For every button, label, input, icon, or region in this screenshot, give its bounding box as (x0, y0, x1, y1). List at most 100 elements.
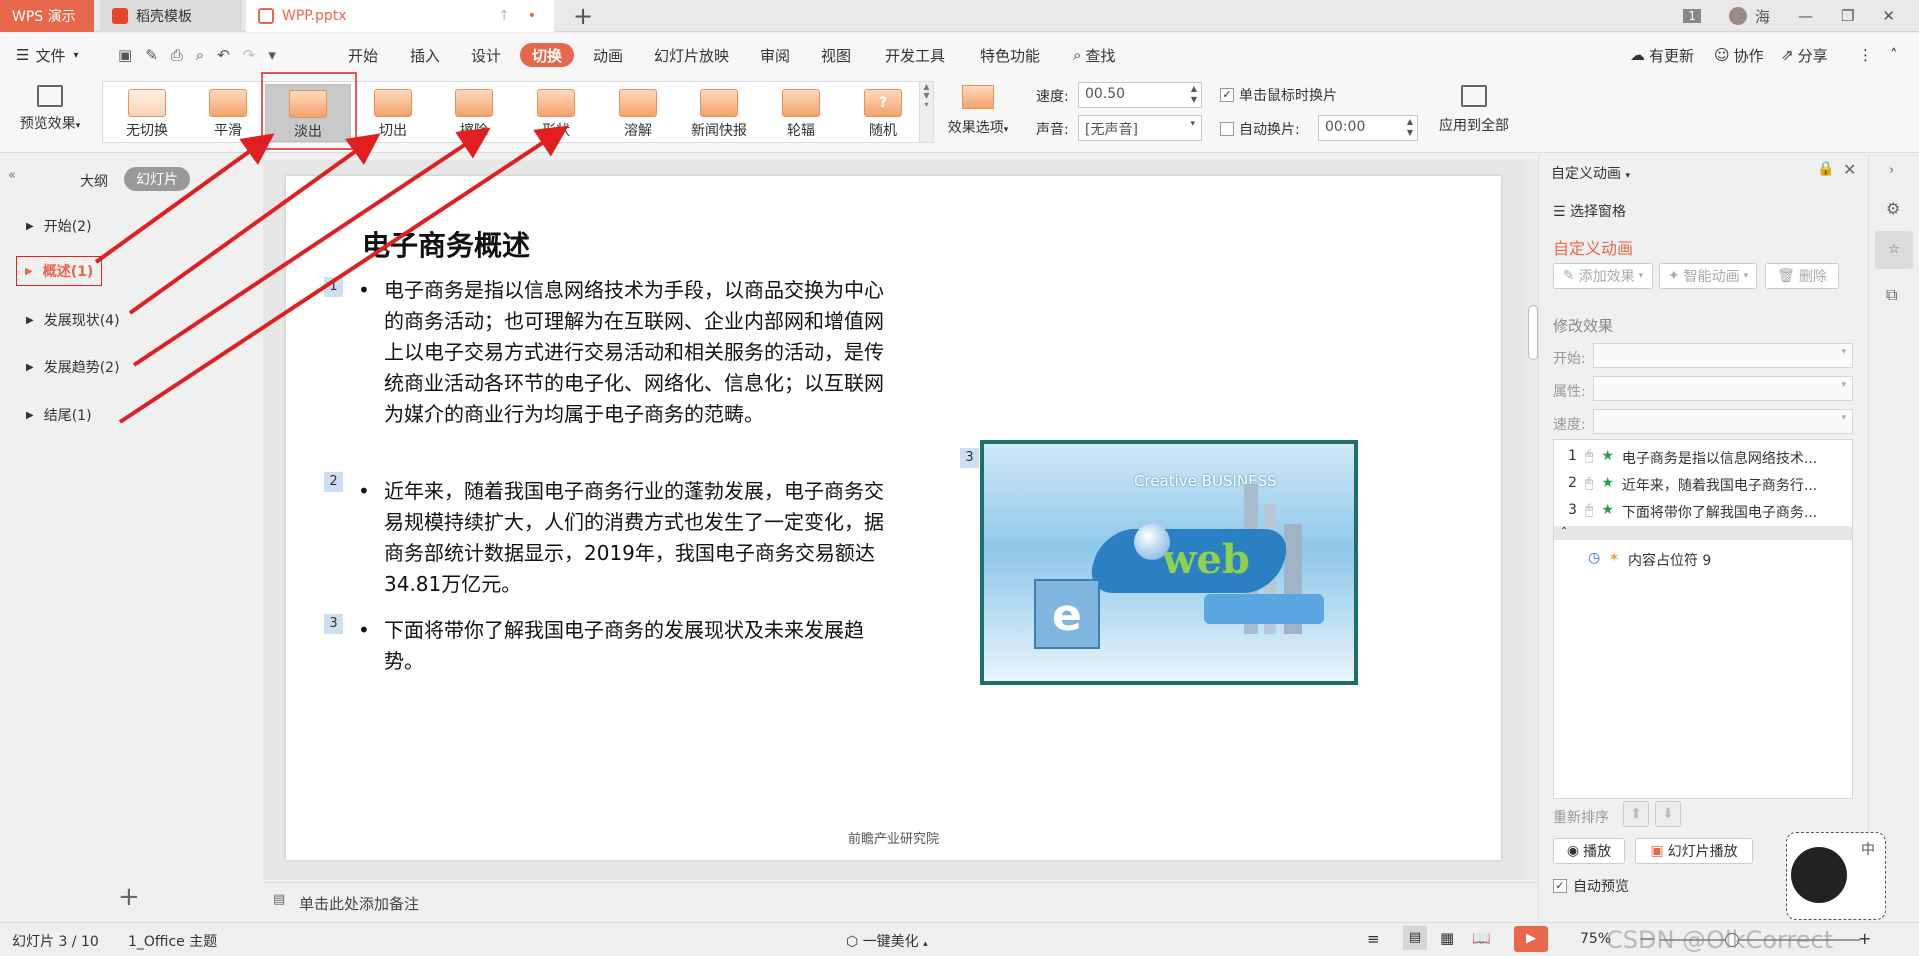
transition-newsflash[interactable]: 新闻快报 (683, 84, 755, 142)
sound-select[interactable]: [无声音] ▾ (1078, 115, 1202, 141)
paragraph-3[interactable]: 3 • 下面将带你了解我国电子商务的发展现状及未来发展趋势。 (324, 614, 891, 681)
animation-row[interactable]: 2 🖱 ★ 近年来，随着我国电子商务行... (1568, 475, 1817, 495)
notes-area[interactable]: ▤ 单击此处添加备注 (263, 882, 1538, 920)
transition-cut[interactable]: 切出 (357, 84, 429, 142)
menu-design[interactable]: 设计 (471, 43, 501, 67)
paragraph-2[interactable]: 2 • 近年来，随着我国电子商务行业的蓬勃发展，电子商务交易规模持续扩大，人们的消… (324, 472, 891, 604)
sidebar-toggle-icon[interactable]: › (1889, 163, 1894, 178)
play-slideshow-icon[interactable]: ▶ (1514, 926, 1548, 952)
start-select[interactable]: ▾ (1593, 343, 1853, 368)
menu-home[interactable]: 开始 (348, 43, 378, 67)
format-painter-icon[interactable]: ✎ (145, 46, 158, 64)
collapse-pane-icon[interactable]: « (8, 168, 16, 183)
ime-mode[interactable]: 中 (1861, 839, 1875, 859)
menu-transition[interactable]: 切换 (520, 43, 575, 67)
add-effect-button[interactable]: ✎ 添加效果 ▾ (1553, 263, 1653, 289)
animation-star-icon[interactable]: ☆ (1875, 231, 1913, 269)
animation-row[interactable]: 1 🖱 ★ 电子商务是指以信息网络技术... (1568, 448, 1817, 468)
transition-smooth[interactable]: 平滑 (192, 84, 264, 142)
undo-icon[interactable]: ↶ (217, 46, 230, 64)
save-icon[interactable]: ▣ (118, 46, 132, 64)
menu-insert[interactable]: 插入 (410, 43, 440, 67)
doc-tab-pptx[interactable]: WPP.pptx ↑ • (246, 0, 554, 32)
outline-item[interactable]: ▶ 发展趋势(2) (26, 357, 120, 377)
menu-animation[interactable]: 动画 (593, 43, 623, 67)
transition-pane-icon[interactable]: ⧉ (1886, 285, 1897, 305)
zoom-in-icon[interactable]: + (1858, 929, 1871, 948)
effect-options-button[interactable]: 效果选项▾ (940, 85, 1016, 137)
pane-title[interactable]: 自定义动画 ▾ (1551, 163, 1630, 183)
spinner-icon[interactable]: ▲ ▼ (1191, 83, 1197, 105)
selection-pane-link[interactable]: ☰ 选择窗格 (1553, 201, 1626, 221)
outline-item[interactable]: ▶ 发展现状(4) (26, 310, 120, 330)
file-menu[interactable]: ☰ 文件 ▾ (16, 43, 79, 67)
scroll-thumb[interactable] (1528, 305, 1538, 360)
normal-view-icon[interactable]: ▤ (1403, 926, 1427, 950)
settings-sliders-icon[interactable]: ⚙ (1886, 199, 1900, 218)
doc-tab-template[interactable]: 稻壳模板 (100, 0, 242, 32)
slide[interactable]: 电子商务概述 1 • 电子商务是指以信息网络技术为手段，以商品交换为中心的商务活动… (286, 176, 1501, 860)
speed-select[interactable]: ▾ (1593, 409, 1853, 434)
customize-icon[interactable]: ▾ (268, 46, 276, 64)
collab-button[interactable]: ☺ 协作 (1714, 43, 1764, 67)
app-tab[interactable]: WPS 演示 (0, 0, 94, 32)
tab-slides[interactable]: 幻灯片 (124, 167, 190, 191)
share-button[interactable]: ⇗ 分享 (1781, 43, 1828, 67)
close-icon[interactable]: ✕ (1843, 160, 1856, 179)
animation-row-sub[interactable]: ◷ ✶ 内容占位符 9 (1588, 550, 1711, 570)
move-up-icon[interactable]: ⬆ (1623, 801, 1649, 827)
paragraph-1[interactable]: 1 • 电子商务是指以信息网络技术为手段，以商品交换为中心的商务活动；也可理解为在… (324, 275, 891, 465)
gallery-scroll[interactable]: ▲ ▼ ▾ (919, 82, 933, 142)
theme-name[interactable]: 1_Office 主题 (128, 931, 217, 951)
ime-widget[interactable]: 中 (1786, 832, 1886, 920)
transition-fade[interactable]: 淡出 (265, 84, 351, 142)
auto-advance-checkbox[interactable]: 自动换片: (1220, 119, 1300, 139)
menu-developer[interactable]: 开发工具 (885, 43, 945, 67)
auto-advance-input[interactable]: 00:00 ▲ ▼ (1318, 115, 1418, 141)
slide-title[interactable]: 电子商务概述 (362, 224, 530, 264)
collapse-ribbon-icon[interactable]: ˄ (1890, 43, 1898, 67)
search-box[interactable]: ⌕ 查找 (1073, 43, 1115, 67)
spinner-icon[interactable]: ▲ ▼ (1407, 116, 1413, 138)
user-avatar[interactable]: 海 (1728, 6, 1770, 27)
menu-slideshow[interactable]: 幻灯片放映 (654, 43, 729, 67)
transition-wipe[interactable]: 擦除 (438, 84, 510, 142)
smart-anim-button[interactable]: ✦ 智能动画 ▾ (1659, 263, 1757, 289)
print-icon[interactable]: ⎙ (171, 46, 183, 64)
transition-random[interactable]: ? 随机 (847, 84, 919, 142)
more-icon[interactable]: ⋮ (1858, 43, 1873, 67)
sorter-view-icon[interactable]: ▦ (1440, 929, 1454, 947)
restore-icon[interactable]: ❐ (1841, 7, 1854, 25)
update-button[interactable]: ☁ 有更新 (1630, 43, 1694, 67)
transition-wheel[interactable]: 轮辐 (765, 84, 837, 142)
property-select[interactable]: ▾ (1593, 376, 1853, 401)
slideshow-button[interactable]: ▣ 幻灯片播放 (1635, 838, 1753, 864)
auto-preview-checkbox[interactable]: ✓ 自动预览 (1553, 876, 1629, 896)
preview-effect-button[interactable]: 预览效果▾ (12, 85, 88, 133)
slide-footer[interactable]: 前瞻产业研究院 (286, 828, 1501, 847)
on-click-checkbox[interactable]: ✓ 单击鼠标时换片 (1220, 85, 1337, 105)
menu-features[interactable]: 特色功能 (980, 43, 1040, 67)
menu-review[interactable]: 审阅 (760, 43, 790, 67)
tab-outline[interactable]: 大纲 (80, 171, 108, 191)
minimize-icon[interactable]: — (1798, 7, 1813, 25)
upload-icon[interactable]: ↑ (498, 8, 510, 24)
transition-shape[interactable]: 形状 (520, 84, 592, 142)
animation-row[interactable]: 3 🖱 ★ 下面将带你了解我国电子商务... (1568, 502, 1817, 522)
lock-icon[interactable]: 🔒 (1817, 161, 1834, 177)
menu-view[interactable]: 视图 (821, 43, 851, 67)
speed-input[interactable]: 00.50 ▲ ▼ (1078, 82, 1202, 108)
reading-view-icon[interactable]: 📖 (1472, 929, 1491, 947)
business-image[interactable]: Creative BUSINESS web e (980, 440, 1358, 685)
redo-icon[interactable]: ↷ (243, 46, 256, 64)
collapse-group-icon[interactable]: ⌃ (1554, 526, 1852, 540)
new-tab-button[interactable]: + (566, 0, 600, 32)
transition-dissolve[interactable]: 溶解 (602, 84, 674, 142)
outline-item[interactable]: ▶ 结尾(1) (26, 405, 92, 425)
apply-all-button[interactable]: 应用到全部 (1432, 85, 1516, 135)
print-preview-icon[interactable]: ⌕ (196, 46, 204, 64)
beautify-button[interactable]: ⬡ 一键美化 ▴ (846, 931, 928, 951)
transition-none[interactable]: 无切换 (111, 84, 183, 142)
window-badge[interactable]: 1 (1683, 9, 1701, 23)
notes-toggle-icon[interactable]: ≡ (1367, 930, 1380, 948)
